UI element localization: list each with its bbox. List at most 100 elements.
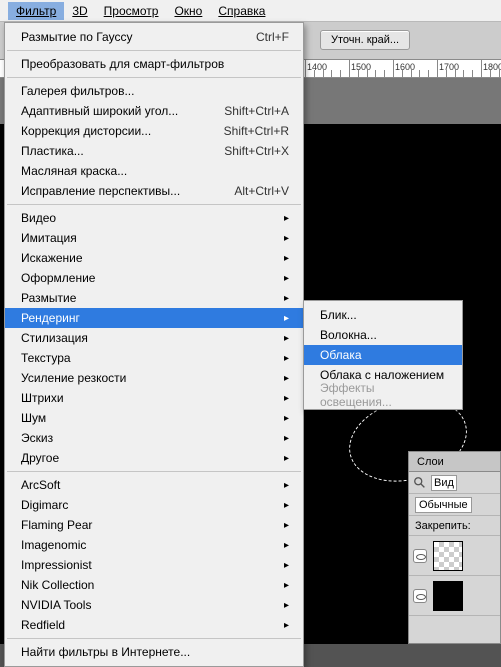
- menu-item-plugin[interactable]: ArcSoft▸: [5, 475, 303, 495]
- menu-item-label: Nik Collection: [21, 578, 94, 592]
- menu-item-label: Размытие по Гауссу: [21, 30, 132, 44]
- ruler-tick-label: 1600: [395, 62, 415, 72]
- submenu-arrow-icon: ▸: [284, 253, 289, 264]
- menu-window[interactable]: Окно: [166, 2, 210, 20]
- submenu-arrow-icon: ▸: [284, 520, 289, 531]
- menu-item-category[interactable]: Усиление резкости ▸: [5, 368, 303, 388]
- menu-item-category[interactable]: Имитация ▸: [5, 228, 303, 248]
- submenu-item[interactable]: Облака: [304, 345, 462, 365]
- menu-item-label: Imagenomic: [21, 538, 86, 552]
- menu-item-label: Пластика...: [21, 144, 84, 158]
- ruler-minor-tick: [340, 70, 341, 78]
- layer-thumbnail[interactable]: [433, 541, 463, 571]
- ruler-minor-tick: [367, 70, 368, 78]
- visibility-toggle-icon[interactable]: [413, 589, 427, 603]
- menu-item-label: Преобразовать для смарт-фильтров: [21, 57, 224, 71]
- menu-item-category[interactable]: Искажение▸: [5, 248, 303, 268]
- menu-item-category[interactable]: Видео▸: [5, 208, 303, 228]
- menu-item-category[interactable]: Рендеринг▸: [5, 308, 303, 328]
- ruler-minor-tick: [419, 70, 420, 78]
- menu-item-label: Текстура: [21, 351, 71, 365]
- layers-panel[interactable]: Слои Вид Обычные Закрепить:: [408, 451, 501, 644]
- menu-item-category[interactable]: Шум▸: [5, 408, 303, 428]
- submenu-arrow-icon: ▸: [284, 393, 289, 404]
- submenu-arrow-icon: ▸: [284, 500, 289, 511]
- menu-item-plugin[interactable]: Flaming Pear▸: [5, 515, 303, 535]
- submenu-item: Эффекты освещения...: [304, 385, 462, 405]
- layers-filter-kind[interactable]: Вид: [431, 475, 457, 491]
- ruler-minor-tick: [375, 70, 376, 78]
- filter-menu-dropdown: Размытие по Гауссу Ctrl+F Преобразовать …: [4, 22, 304, 667]
- menu-item[interactable]: Масляная краска...: [5, 161, 303, 181]
- menu-item-plugin[interactable]: Nik Collection▸: [5, 575, 303, 595]
- refine-edge-button[interactable]: Уточн. край...: [320, 30, 410, 50]
- menu-item-convert-smart[interactable]: Преобразовать для смарт-фильтров: [5, 54, 303, 74]
- ruler-minor-tick: [499, 70, 500, 78]
- menu-item-plugin[interactable]: Redfield▸: [5, 615, 303, 635]
- submenu-item-label: Эффекты освещения...: [320, 381, 448, 409]
- menu-item-plugin[interactable]: NVIDIA Tools▸: [5, 595, 303, 615]
- submenu-arrow-icon: ▸: [284, 333, 289, 344]
- menu-item[interactable]: Адаптивный широкий угол...Shift+Ctrl+A: [5, 101, 303, 121]
- lock-label: Закрепить:: [415, 520, 471, 532]
- menu-item-plugin[interactable]: Impressionist▸: [5, 555, 303, 575]
- menu-item[interactable]: Пластика...Shift+Ctrl+X: [5, 141, 303, 161]
- blend-mode-select[interactable]: Обычные: [415, 497, 472, 513]
- layer-thumbnail[interactable]: [433, 581, 463, 611]
- menu-item-category[interactable]: Другое▸: [5, 448, 303, 468]
- submenu-arrow-icon: ▸: [284, 213, 289, 224]
- menu-item-label: Найти фильтры в Интернете...: [21, 645, 190, 659]
- submenu-arrow-icon: ▸: [284, 433, 289, 444]
- submenu-arrow-icon: ▸: [284, 560, 289, 571]
- menu-item-label: Оформление: [21, 271, 95, 285]
- menu-item-category[interactable]: Размытие▸: [5, 288, 303, 308]
- layers-panel-tab[interactable]: Слои: [409, 452, 500, 472]
- layers-panel-title: Слои: [417, 456, 444, 468]
- menu-help[interactable]: Справка: [210, 2, 273, 20]
- ruler-minor-tick: [314, 70, 315, 78]
- submenu-item-label: Облака с наложением: [320, 368, 444, 382]
- menu-item-last-filter[interactable]: Размытие по Гауссу Ctrl+F: [5, 27, 303, 47]
- ruler-minor-tick: [384, 70, 385, 78]
- menu-item-category[interactable]: Эскиз ▸: [5, 428, 303, 448]
- menu-item-shortcut: Ctrl+F: [256, 30, 289, 44]
- menu-item-label: Эскиз: [21, 431, 53, 445]
- submenu-item[interactable]: Волокна...: [304, 325, 462, 345]
- submenu-arrow-icon: ▸: [284, 353, 289, 364]
- menu-item-label: NVIDIA Tools: [21, 598, 91, 612]
- menu-item-browse-filters[interactable]: Найти фильтры в Интернете...: [5, 642, 303, 662]
- menu-item-plugin[interactable]: Imagenomic▸: [5, 535, 303, 555]
- menu-item[interactable]: Галерея фильтров...: [5, 81, 303, 101]
- menu-item-label: Digimarc: [21, 498, 68, 512]
- menu-filter[interactable]: Фильтр: [8, 2, 64, 20]
- menu-item-category[interactable]: Оформление▸: [5, 268, 303, 288]
- menu-item-label: Имитация: [21, 231, 77, 245]
- layer-row[interactable]: [409, 536, 500, 576]
- layer-row[interactable]: [409, 576, 500, 616]
- submenu-item-label: Блик...: [320, 308, 357, 322]
- ruler-minor-tick: [455, 70, 456, 78]
- menu-item-category[interactable]: Текстура ▸: [5, 348, 303, 368]
- ruler-tick-label: 1700: [439, 62, 459, 72]
- menu-view[interactable]: Просмотр: [96, 2, 167, 20]
- ruler-minor-tick: [490, 70, 491, 78]
- menu-item-label: Другое: [21, 451, 59, 465]
- menu-item-label: Коррекция дисторсии...: [21, 124, 151, 138]
- menu-item-category[interactable]: Штрихи ▸: [5, 388, 303, 408]
- menu-item-category[interactable]: Стилизация▸: [5, 328, 303, 348]
- menu-item-label: Штрихи: [21, 391, 64, 405]
- submenu-arrow-icon: ▸: [284, 373, 289, 384]
- menu-3d[interactable]: 3D: [64, 2, 95, 20]
- submenu-item[interactable]: Блик...: [304, 305, 462, 325]
- submenu-arrow-icon: ▸: [284, 620, 289, 631]
- submenu-arrow-icon: ▸: [284, 313, 289, 324]
- submenu-item-label: Облака: [320, 348, 362, 362]
- menu-item[interactable]: Исправление перспективы...Alt+Ctrl+V: [5, 181, 303, 201]
- ruler-minor-tick: [428, 70, 429, 78]
- menu-item[interactable]: Коррекция дисторсии...Shift+Ctrl+R: [5, 121, 303, 141]
- submenu-arrow-icon: ▸: [284, 233, 289, 244]
- visibility-toggle-icon[interactable]: [413, 549, 427, 563]
- menu-item-plugin[interactable]: Digimarc ▸: [5, 495, 303, 515]
- ruler-tick-label: 1400: [307, 62, 327, 72]
- menu-item-label: Усиление резкости: [21, 371, 126, 385]
